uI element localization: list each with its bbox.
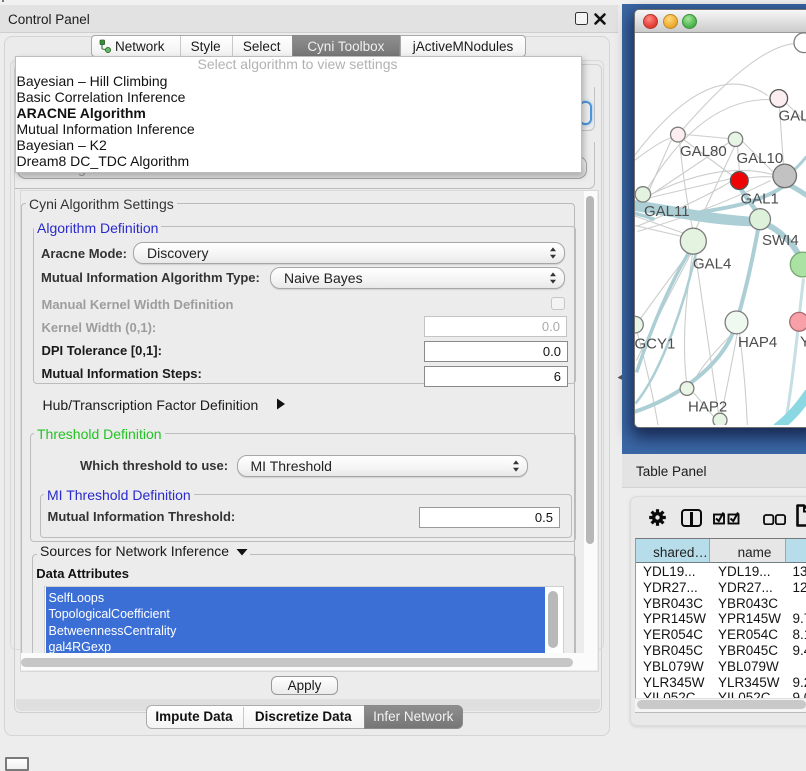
svg-text:GAL10: GAL10 (736, 150, 783, 167)
svg-text:GAL7: GAL7 (778, 107, 806, 124)
svg-text:GAL80: GAL80 (680, 143, 727, 160)
svg-text:HAP4: HAP4 (738, 334, 777, 351)
svg-text:HAP2: HAP2 (688, 398, 727, 415)
svg-text:SWI4: SWI4 (762, 232, 799, 249)
svg-text:GAL11: GAL11 (644, 203, 690, 220)
svg-text:GAL4: GAL4 (693, 255, 731, 272)
svg-text:GCY1: GCY1 (635, 335, 675, 352)
svg-text:YJL0: YJL0 (800, 333, 806, 350)
svg-text:GAL1: GAL1 (740, 190, 778, 207)
